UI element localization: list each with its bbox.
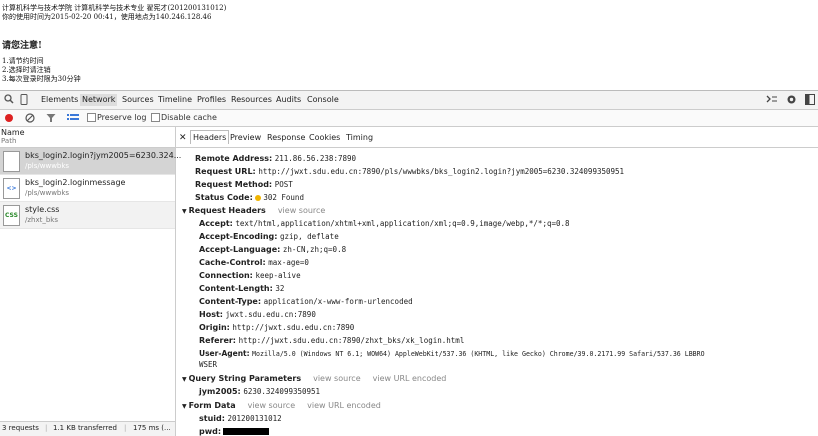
- transferred-size: 1.1 KB transferred: [53, 424, 117, 432]
- script-file-icon: <>: [3, 178, 20, 199]
- header-row-wrap: WSER: [199, 360, 218, 369]
- tab-cookies[interactable]: Cookies: [309, 133, 340, 142]
- status-divider: |: [45, 424, 48, 432]
- header-row: Cache-Control: max-age=0: [199, 258, 309, 267]
- query-string-section[interactable]: ▼ Query String Parameters view source view …: [182, 374, 446, 383]
- request-name: style.css: [25, 205, 60, 214]
- tab-preview[interactable]: Preview: [230, 133, 261, 142]
- css-file-icon: CSS: [3, 205, 20, 226]
- header-row: User-Agent: Mozilla/5.0 (Windows NT 6.1;…: [199, 349, 705, 358]
- view-source-link[interactable]: view source: [248, 401, 296, 410]
- request-path: /pls/wwwbks: [25, 162, 70, 170]
- request-row[interactable]: <> bks_login2.loginmessage /pls/wwwbks: [0, 175, 175, 202]
- tab-console[interactable]: Console: [307, 95, 339, 104]
- usage-info-line: 你的使用时间为2015-02-20 00:41，使用地点为140.246.128…: [2, 13, 212, 21]
- tab-timing[interactable]: Timing: [346, 133, 373, 142]
- request-list: Name Path bks_login2.login?jym2005=6230.…: [0, 127, 181, 436]
- request-row[interactable]: CSS style.css /zhxt_bks: [0, 202, 175, 229]
- form-data-section[interactable]: ▼ Form Data view source view URL encoded: [182, 401, 381, 410]
- tab-network[interactable]: Network: [80, 94, 118, 106]
- tab-profiles[interactable]: Profiles: [197, 95, 226, 104]
- tab-response[interactable]: Response: [267, 133, 305, 142]
- header-row: Content-Length: 32: [199, 284, 285, 293]
- request-name: bks_login2.loginmessage: [25, 178, 126, 187]
- large-rows-icon[interactable]: [67, 113, 79, 125]
- status-dot-icon: [255, 194, 262, 201]
- status-divider: |: [124, 424, 127, 432]
- general-row: Request URL: http://jwxt.sdu.edu.cn:7890…: [195, 167, 625, 176]
- alert-title: 请您注意!: [2, 41, 42, 51]
- request-list-header[interactable]: Name Path: [0, 127, 175, 148]
- header-row: Accept: text/html,application/xhtml+xml,…: [199, 219, 570, 228]
- view-url-encoded-link[interactable]: view URL encoded: [373, 374, 447, 383]
- request-detail: ✕ Headers Preview Response Cookies Timin…: [176, 127, 818, 436]
- request-count: 3 requests: [2, 424, 39, 432]
- general-row: Request Method: POST: [195, 180, 293, 189]
- dock-icon[interactable]: [805, 94, 815, 107]
- alert-item: 3.每次登录时限为30分钟: [2, 75, 81, 83]
- tab-headers[interactable]: Headers: [190, 130, 230, 144]
- header-row: Connection: keep-alive: [199, 271, 301, 280]
- devtools-tabbar: Elements Network Sources Timeline Profil…: [0, 91, 818, 110]
- view-url-encoded-link[interactable]: view URL encoded: [307, 401, 381, 410]
- load-time: 175 ms (...: [133, 424, 171, 432]
- query-param-row: jym2005: 6230.324099350951: [199, 387, 321, 396]
- header-row: Host: jwxt.sdu.edu.cn:7890: [199, 310, 316, 319]
- redacted-password: [223, 428, 270, 435]
- web-page-content: 计算机科学与技术学院 计算机科学与技术专业 翟宪才(201200131012) …: [0, 0, 818, 88]
- header-row: Accept-Encoding: gzip, deflate: [199, 232, 339, 241]
- column-path: Path: [1, 137, 17, 145]
- network-toolbar: Preserve log Disable cache: [0, 110, 818, 127]
- general-row: Remote Address: 211.86.56.238:7890: [195, 154, 357, 163]
- header-row: Accept-Language: zh-CN,zh;q=0.8: [199, 245, 347, 254]
- document-file-icon: [3, 151, 20, 172]
- device-mode-icon[interactable]: [20, 94, 28, 107]
- clear-icon[interactable]: [25, 113, 35, 125]
- gear-icon[interactable]: [786, 94, 797, 107]
- record-icon[interactable]: [4, 113, 14, 125]
- preserve-log-checkbox[interactable]: [87, 113, 96, 122]
- tab-resources[interactable]: Resources: [231, 95, 272, 104]
- column-name: Name: [1, 128, 25, 137]
- tab-audits[interactable]: Audits: [276, 95, 301, 104]
- view-source-link[interactable]: view source: [313, 374, 361, 383]
- request-name: bks_login2.login?jym2005=6230.324...: [25, 151, 182, 160]
- disable-cache-checkbox[interactable]: [151, 113, 160, 122]
- search-icon[interactable]: [4, 94, 14, 106]
- request-headers-section[interactable]: ▼ Request Headers view source: [182, 206, 325, 215]
- request-path: /pls/wwwbks: [25, 189, 70, 197]
- detail-tabbar: ✕ Headers Preview Response Cookies Timin…: [176, 127, 818, 148]
- preserve-log-label: Preserve log: [97, 113, 147, 122]
- header-row: Content-Type: application/x-www-form-url…: [199, 297, 413, 306]
- header-row: Origin: http://jwxt.sdu.edu.cn:7890: [199, 323, 355, 332]
- tab-elements[interactable]: Elements: [41, 95, 78, 104]
- header-row: Referer: http://jwxt.sdu.edu.cn:7890/zhx…: [199, 336, 465, 345]
- devtools-panel: Elements Network Sources Timeline Profil…: [0, 90, 818, 436]
- disable-cache-label: Disable cache: [161, 113, 217, 122]
- request-row[interactable]: bks_login2.login?jym2005=6230.324... /pl…: [0, 148, 181, 175]
- close-icon[interactable]: ✕: [179, 133, 187, 143]
- tab-timeline[interactable]: Timeline: [158, 95, 192, 104]
- tab-sources[interactable]: Sources: [122, 95, 154, 104]
- request-path: /zhxt_bks: [25, 216, 59, 224]
- view-source-link[interactable]: view source: [278, 206, 326, 215]
- terminal-icon[interactable]: [766, 94, 778, 106]
- network-status-bar: 3 requests | 1.1 KB transferred | 175 ms…: [0, 421, 175, 436]
- form-data-row: stuid: 201200131012: [199, 414, 282, 423]
- filter-icon[interactable]: [46, 113, 56, 125]
- general-row: Status Code: 302 Found: [195, 193, 304, 202]
